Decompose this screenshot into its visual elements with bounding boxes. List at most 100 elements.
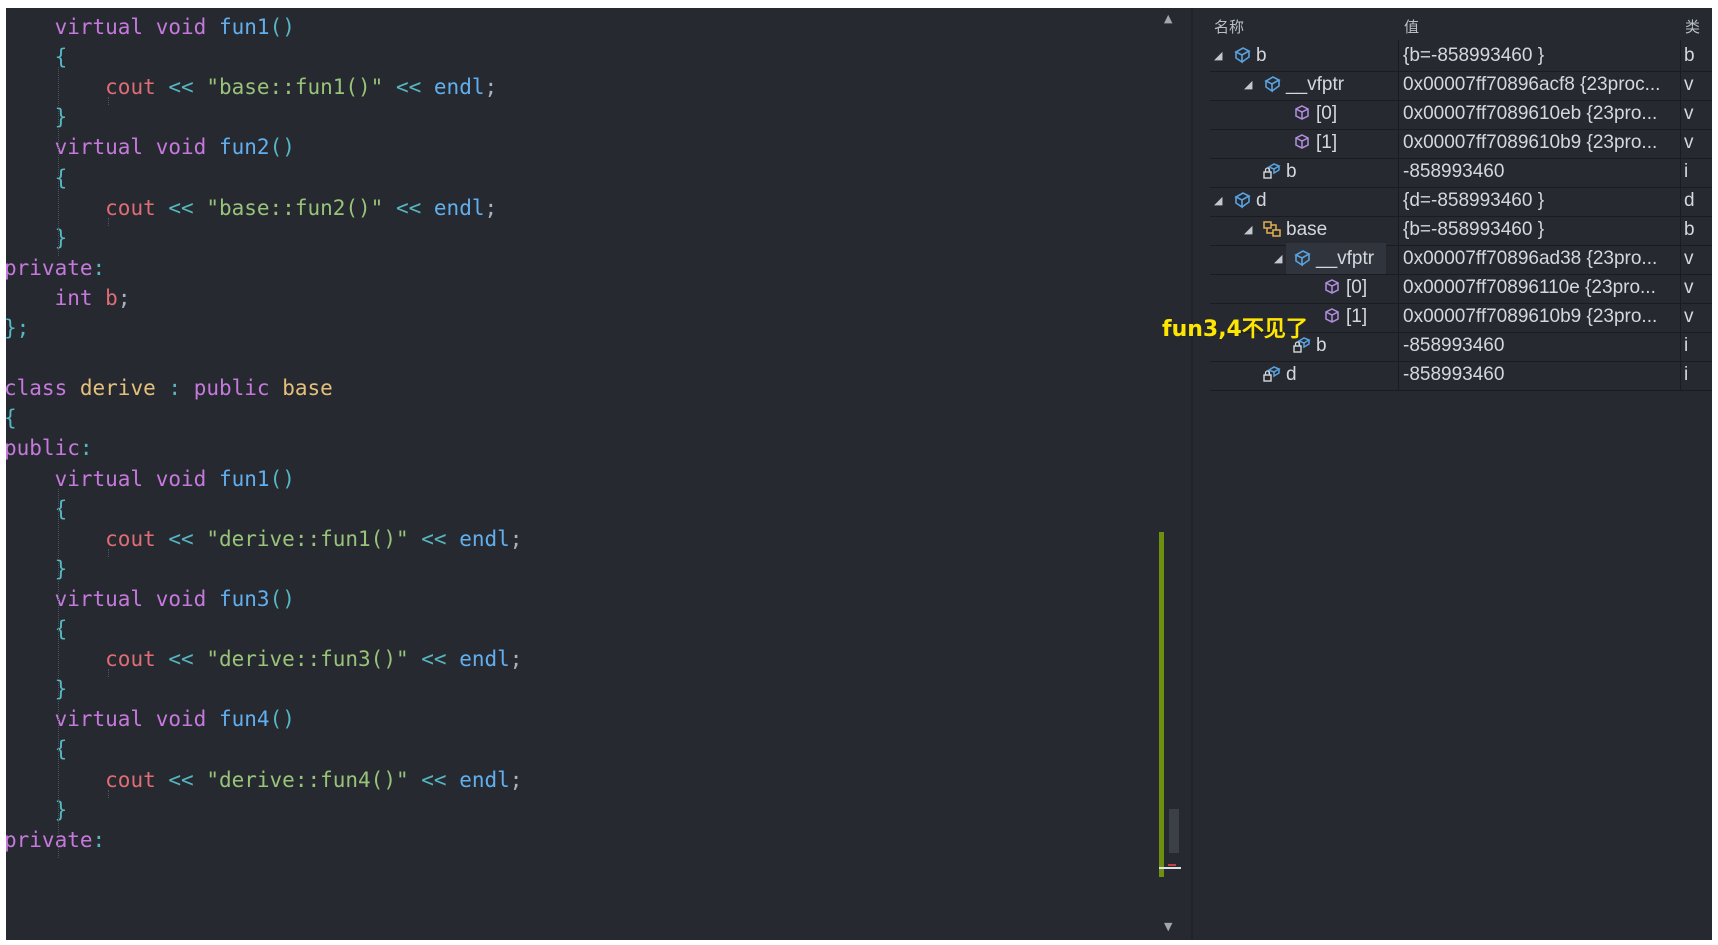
code-line[interactable]: class derive : public base <box>6 372 333 405</box>
watch-type: i <box>1684 364 1689 385</box>
code-line[interactable]: cout << "derive::fun3()" << endl; <box>6 643 522 676</box>
watch-row[interactable]: ◢ d {d=-858993460 } d <box>1210 185 1712 217</box>
watch-row[interactable]: d -858993460 i <box>1210 359 1712 391</box>
watch-type: v <box>1684 132 1694 153</box>
code-line[interactable]: { <box>6 402 17 435</box>
indent-guide <box>108 97 109 106</box>
code-line[interactable]: private: <box>6 824 105 857</box>
watch-row[interactable]: b -858993460 i <box>1210 156 1712 188</box>
watch-value[interactable]: -858993460 <box>1403 330 1678 361</box>
editor-scrollbar[interactable]: ▲ ▼ <box>1156 8 1184 940</box>
scroll-up-arrow-icon[interactable]: ▲ <box>1164 12 1172 25</box>
code-line[interactable]: public: <box>6 432 93 465</box>
private-field-icon <box>1262 364 1282 384</box>
object-icon <box>1262 74 1282 94</box>
column-separator <box>1398 214 1399 245</box>
watch-row[interactable]: [0] 0x00007ff7089610eb {23pro... v <box>1210 98 1712 130</box>
code-token: "base::fun2()" <box>206 195 384 220</box>
expand-toggle-icon[interactable]: ◢ <box>1244 69 1252 100</box>
change-marker <box>1159 532 1164 877</box>
code-token: ; <box>484 195 498 220</box>
code-token: << <box>383 75 434 100</box>
code-line[interactable]: cout << "base::fun2()" << endl; <box>6 192 497 225</box>
watch-value[interactable]: -858993460 <box>1403 359 1678 390</box>
code-token: fun2 <box>218 135 270 160</box>
watch-value[interactable]: 0x00007ff70896acf8 {23proc... <box>1403 69 1678 100</box>
watch-value[interactable]: 0x00007ff70896110e {23pro... <box>1403 272 1678 303</box>
scroll-thumb[interactable] <box>1169 809 1179 853</box>
column-header-name[interactable]: 名称 <box>1214 16 1244 37</box>
watch-type: b <box>1684 219 1695 240</box>
expand-toggle-icon[interactable]: ◢ <box>1244 214 1252 245</box>
watch-row[interactable]: ◢ b {b=-858993460 } b <box>1210 40 1712 72</box>
watch-type: v <box>1684 306 1694 327</box>
indent-guide <box>108 548 109 557</box>
code-line[interactable]: int b; <box>6 282 131 315</box>
code-token: } <box>54 677 68 702</box>
watch-value[interactable]: 0x00007ff7089610eb {23pro... <box>1403 98 1678 129</box>
watch-value[interactable]: 0x00007ff7089610b9 {23pro... <box>1403 301 1678 332</box>
code-token: cout <box>105 647 156 672</box>
code-token: "derive::fun1()" <box>206 526 409 551</box>
expand-toggle-icon[interactable]: ◢ <box>1214 185 1222 216</box>
code-token: endl <box>459 526 510 551</box>
watch-value[interactable]: {b=-858993460 } <box>1403 214 1678 245</box>
code-line[interactable]: virtual void fun4() <box>6 703 295 736</box>
column-separator <box>1680 243 1681 274</box>
watch-row[interactable]: ◢ __vfptr 0x00007ff70896ad38 {23pro... v <box>1210 243 1712 275</box>
caret-position-marker <box>1159 867 1181 869</box>
column-separator <box>1680 359 1681 390</box>
column-separator <box>1398 69 1399 100</box>
code-token: << <box>155 647 207 672</box>
code-token: << <box>155 195 207 220</box>
code-line[interactable]: virtual void fun3() <box>6 583 295 616</box>
code-token: fun1 <box>218 466 270 491</box>
code-editor[interactable]: virtual void fun1() { cout << "base::fun… <box>6 8 1156 940</box>
watch-value[interactable]: -858993460 <box>1403 156 1678 187</box>
scroll-down-arrow-icon[interactable]: ▼ <box>1164 920 1172 933</box>
expand-toggle-icon[interactable]: ◢ <box>1214 40 1222 71</box>
code-token: virtual <box>54 15 144 39</box>
column-header-value[interactable]: 值 <box>1404 16 1419 37</box>
watch-row[interactable]: [0] 0x00007ff70896110e {23pro... v <box>1210 272 1712 304</box>
column-separator <box>1398 330 1399 361</box>
watch-value[interactable]: {d=-858993460 } <box>1403 185 1678 216</box>
code-line[interactable]: virtual void fun1() <box>6 11 295 44</box>
column-separator <box>1398 272 1399 303</box>
code-token: "derive::fun4()" <box>206 767 409 792</box>
code-line[interactable]: cout << "base::fun1()" << endl; <box>6 71 497 104</box>
code-line[interactable]: cout << "derive::fun4()" << endl; <box>6 764 522 797</box>
watch-name: [0] <box>1346 277 1368 298</box>
watch-name: base <box>1286 219 1328 240</box>
column-separator <box>1398 185 1399 216</box>
code-token: : <box>92 255 106 280</box>
code-line[interactable]: virtual void fun2() <box>6 131 295 164</box>
watch-row[interactable]: ◢ __vfptr 0x00007ff70896acf8 {23proc... v <box>1210 69 1712 101</box>
code-line[interactable]: }; <box>6 312 29 345</box>
watch-value[interactable]: 0x00007ff7089610b9 {23pro... <box>1403 127 1678 158</box>
indent-guide <box>58 488 59 858</box>
code-token: << <box>408 647 460 672</box>
code-line[interactable]: private: <box>6 252 105 285</box>
code-line[interactable]: cout << "derive::fun1()" << endl; <box>6 523 522 556</box>
watch-value[interactable]: 0x00007ff70896ad38 {23pro... <box>1403 243 1678 274</box>
watch-row[interactable]: ◢ base {b=-858993460 } b <box>1210 214 1712 246</box>
panel-divider[interactable] <box>1191 8 1193 940</box>
watch-value[interactable]: {b=-858993460 } <box>1403 40 1678 71</box>
watch-row[interactable]: [1] 0x00007ff7089610b9 {23pro... v <box>1210 127 1712 159</box>
expand-toggle-icon[interactable]: ◢ <box>1274 243 1282 274</box>
column-header-type[interactable]: 类 <box>1685 16 1700 37</box>
code-token: { <box>54 496 68 521</box>
code-line[interactable]: virtual void fun1() <box>6 463 295 496</box>
code-token: void <box>155 15 207 39</box>
